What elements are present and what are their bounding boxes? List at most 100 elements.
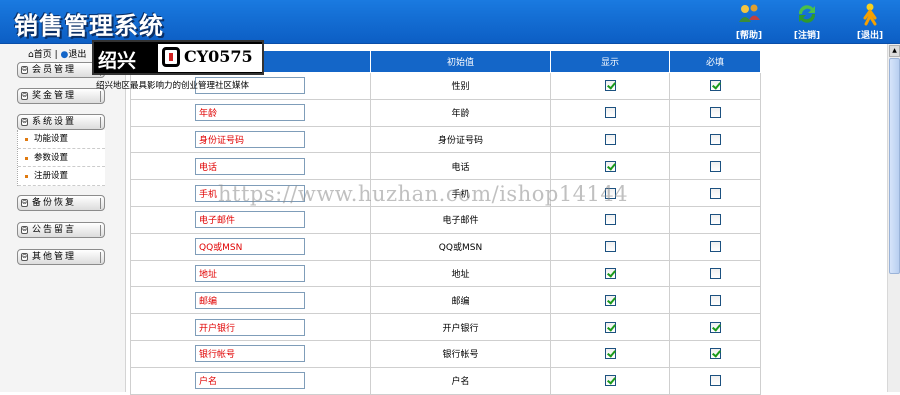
field-name-cell [130, 313, 371, 341]
show-checkbox[interactable] [604, 107, 616, 119]
required-checkbox[interactable] [709, 80, 721, 92]
show-checkbox[interactable] [604, 348, 616, 360]
field-name-input[interactable] [195, 318, 305, 336]
show-checkbox[interactable] [604, 241, 616, 253]
show-cell [550, 179, 670, 207]
refresh-icon [787, 2, 827, 28]
field-name-input[interactable] [195, 184, 305, 202]
menu-label: 系统设置 [32, 117, 77, 127]
initial-value-cell: 年龄 [370, 98, 551, 127]
show-cell [550, 232, 670, 261]
show-checkbox[interactable] [604, 80, 616, 92]
registration-fields-table: 初始值 显示 必填 性别年龄身份证号码电话手机电子邮件QQ或MSN地址邮编开户银… [130, 50, 761, 395]
menu-other-management[interactable]: ⊖ 其他管理 [17, 249, 105, 265]
show-checkbox[interactable] [604, 267, 616, 279]
menu-system-settings[interactable]: ⊖ 系统设置 [17, 114, 105, 130]
menu-label: 公告留言 [32, 225, 77, 235]
table-row: 户名 [130, 366, 761, 395]
show-checkbox[interactable] [604, 294, 616, 306]
show-checkbox[interactable] [604, 321, 616, 333]
field-name-input[interactable] [195, 345, 305, 363]
menu-bullet-icon: ⊖ [21, 253, 28, 261]
required-cell [669, 98, 761, 127]
table-row: 开户银行 [130, 313, 761, 341]
show-cell [550, 125, 670, 154]
help-button[interactable]: [帮助] [729, 2, 769, 42]
field-name-cell [130, 152, 371, 181]
registration-fields-panel: 初始值 显示 必填 性别年龄身份证号码电话手机电子邮件QQ或MSN地址邮编开户银… [130, 50, 761, 395]
required-cell [669, 152, 761, 181]
initial-value-cell: QQ或MSN [370, 232, 551, 261]
menu-bonus-management[interactable]: ⊖ 奖金管理 [17, 88, 105, 104]
menu-announcements[interactable]: ⊖ 公告留言 [17, 222, 105, 238]
field-name-cell [130, 286, 371, 315]
scroll-up-arrow-icon[interactable]: ▲ [889, 45, 900, 57]
required-checkbox[interactable] [709, 267, 721, 279]
show-checkbox[interactable] [604, 160, 616, 172]
required-cell [669, 232, 761, 261]
show-cell [550, 205, 670, 234]
required-checkbox[interactable] [709, 348, 721, 360]
field-name-input[interactable] [195, 211, 305, 229]
required-checkbox[interactable] [709, 241, 721, 253]
table-row: 电话 [130, 152, 761, 181]
submenu-item-parameter-settings[interactable]: 参数设置 [18, 149, 105, 167]
table-row: 身份证号码 [130, 125, 761, 154]
field-name-input[interactable] [195, 264, 305, 282]
required-checkbox[interactable] [709, 107, 721, 119]
column-header-show: 显示 [550, 50, 670, 73]
required-checkbox[interactable] [709, 187, 721, 199]
field-name-input[interactable] [195, 130, 305, 148]
site-logo-overlay: 绍兴 CY0575 [92, 40, 264, 75]
table-row: 电子邮件 [130, 205, 761, 234]
required-checkbox[interactable] [709, 294, 721, 306]
required-checkbox[interactable] [709, 375, 721, 387]
field-name-input[interactable] [195, 372, 305, 390]
logo-code-text: CY0575 [184, 47, 253, 66]
required-checkbox[interactable] [709, 160, 721, 172]
show-checkbox[interactable] [604, 214, 616, 226]
initial-value-cell: 邮编 [370, 286, 551, 315]
home-link[interactable]: 首页 [34, 50, 52, 60]
show-checkbox[interactable] [604, 133, 616, 145]
submenu-item-function-settings[interactable]: 功能设置 [18, 130, 105, 149]
logout-label: [注销] [793, 31, 821, 41]
scroll-thumb[interactable] [889, 58, 900, 274]
people-help-icon [729, 2, 769, 28]
exit-button[interactable]: [退出] [850, 2, 890, 42]
menu-bullet-icon: ⊖ [21, 226, 28, 234]
required-cell [669, 339, 761, 368]
required-cell [669, 286, 761, 315]
table-row: 银行帐号 [130, 339, 761, 368]
field-name-input[interactable] [195, 104, 305, 122]
field-name-input[interactable] [195, 157, 305, 175]
required-checkbox[interactable] [709, 133, 721, 145]
help-label: [帮助] [735, 31, 763, 41]
top-header: 销售管理系统 [帮助] [注销] [退出] [0, 0, 900, 44]
logo-caption: 绍兴地区最具影响力的创业管理社区媒体 [96, 81, 250, 91]
initial-value-cell: 银行帐号 [370, 339, 551, 368]
field-name-cell [130, 179, 371, 207]
menu-divider [100, 198, 101, 209]
table-row: 地址 [130, 259, 761, 288]
menu-backup-restore[interactable]: ⊖ 备份恢复 [17, 195, 105, 211]
field-name-input[interactable] [195, 291, 305, 309]
field-name-input[interactable] [195, 238, 305, 256]
exit-person-icon [850, 2, 890, 28]
menu-label: 会员管理 [32, 65, 77, 75]
table-row: 年龄 [130, 98, 761, 127]
show-cell [550, 72, 670, 100]
required-checkbox[interactable] [709, 321, 721, 333]
required-checkbox[interactable] [709, 214, 721, 226]
logout-button[interactable]: [注销] [787, 2, 827, 42]
menu-divider [100, 252, 101, 263]
logout-link[interactable]: 退出 [68, 50, 86, 60]
show-checkbox[interactable] [604, 187, 616, 199]
sidebar-top-links: ⌂首页 | ●退出 [28, 47, 86, 60]
field-name-cell [130, 232, 371, 261]
vertical-scrollbar[interactable]: ▲ [887, 44, 900, 392]
submenu-item-registration-settings[interactable]: 注册设置 [18, 167, 105, 186]
logo-mark-icon [162, 47, 180, 67]
show-checkbox[interactable] [604, 375, 616, 387]
field-name-cell [130, 98, 371, 127]
